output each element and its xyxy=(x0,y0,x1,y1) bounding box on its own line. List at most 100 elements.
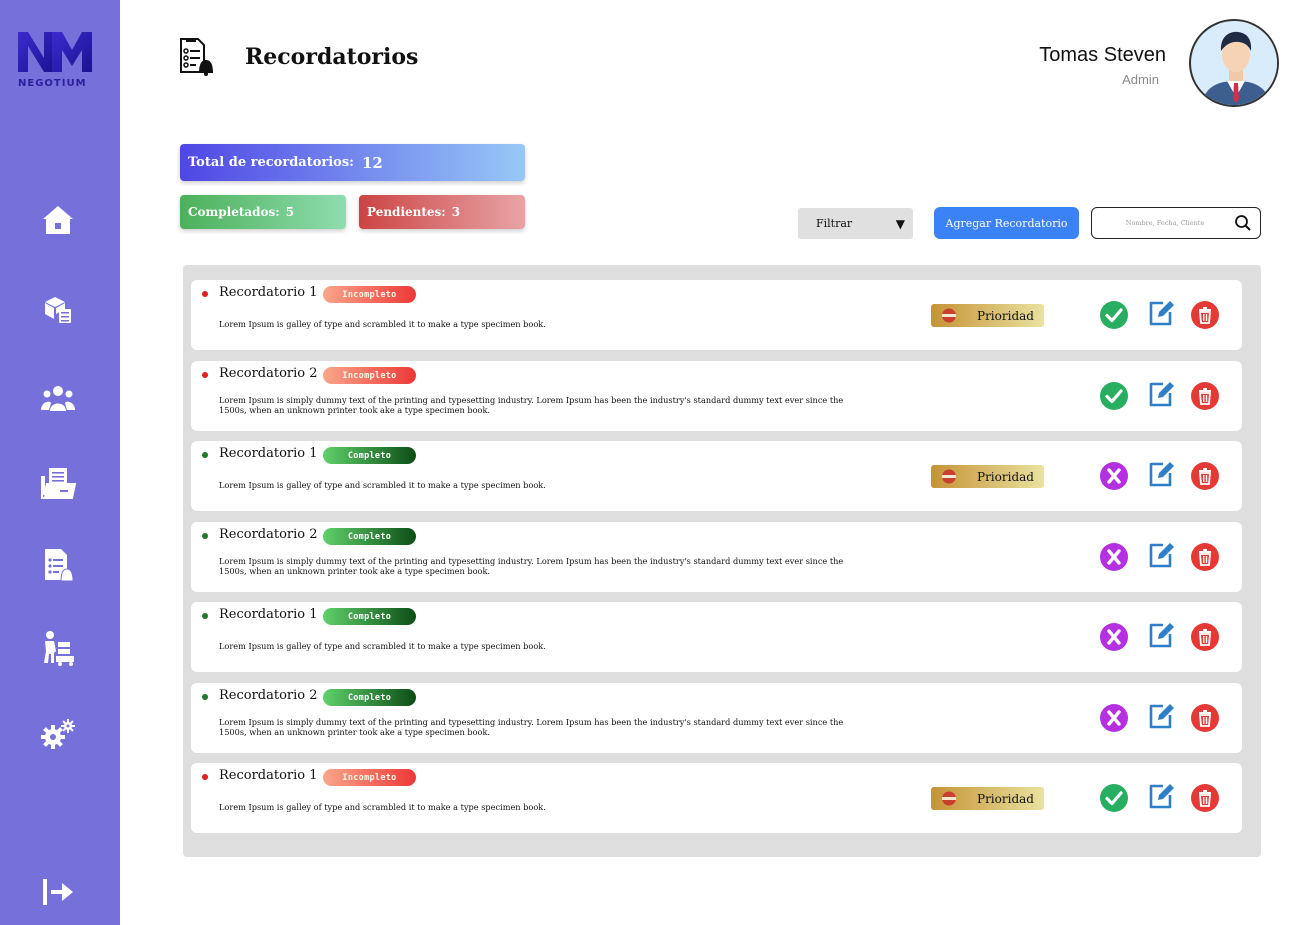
check-icon xyxy=(1100,382,1128,410)
filter-dropdown[interactable]: Filtrar ▼ xyxy=(798,208,913,239)
stat-completed: Completados: 5 xyxy=(180,195,346,229)
reminder-title: Recordatorio 1 xyxy=(219,607,318,622)
search-icon[interactable] xyxy=(1234,214,1252,232)
sidebar-item-reminders[interactable] xyxy=(38,545,78,585)
edit-button[interactable] xyxy=(1146,540,1176,570)
delete-button[interactable] xyxy=(1190,381,1220,411)
sidebar-item-delivery[interactable] xyxy=(38,628,78,668)
inventory-icon xyxy=(45,297,71,323)
status-badge: Completo xyxy=(323,608,416,625)
sidebar-item-home[interactable] xyxy=(38,200,78,240)
edit-icon xyxy=(1149,382,1174,407)
delete-button[interactable] xyxy=(1190,703,1220,733)
logout-button[interactable] xyxy=(38,872,78,912)
filter-label: Filtrar xyxy=(816,217,853,230)
reminder-card[interactable]: Recordatorio 2 Completo Lorem Ipsum is sim… xyxy=(191,522,1242,592)
home-icon xyxy=(43,206,73,234)
priority-tag: Prioridad xyxy=(931,787,1044,810)
reminder-description: Lorem Ipsum is simply dummy text of the … xyxy=(219,717,844,737)
delete-button[interactable] xyxy=(1190,300,1220,330)
users-icon xyxy=(41,386,75,411)
reminder-title: Recordatorio 1 xyxy=(219,285,318,300)
priority-label: Prioridad xyxy=(977,791,1034,806)
priority-tag: Prioridad xyxy=(931,304,1044,327)
user-name: Tomas Steven xyxy=(1039,44,1166,66)
delivery-icon xyxy=(44,631,74,666)
x-icon xyxy=(1100,462,1128,490)
page-title: Recordatorios xyxy=(245,44,419,70)
mark-complete-button[interactable] xyxy=(1099,783,1129,813)
delete-button[interactable] xyxy=(1190,783,1220,813)
edit-button[interactable] xyxy=(1146,379,1176,409)
stat-pending-value: 3 xyxy=(451,205,461,219)
logout-icon xyxy=(43,879,73,905)
page-title-icon xyxy=(178,38,216,76)
app-logo[interactable]: NEGOTIUM xyxy=(16,28,96,92)
x-icon xyxy=(1100,543,1128,571)
stat-completed-label: Completados: xyxy=(188,205,280,219)
edit-icon xyxy=(1149,543,1174,568)
sidebar-item-settings[interactable] xyxy=(38,714,78,754)
reminders-icon xyxy=(180,38,213,76)
avatar[interactable] xyxy=(1189,19,1279,107)
reminder-card[interactable]: Recordatorio 2 Incompleto Lorem Ipsum is s… xyxy=(191,361,1242,431)
stat-total-label: Total de recordatorios: xyxy=(188,155,354,170)
trash-icon xyxy=(1191,704,1219,732)
edit-button[interactable] xyxy=(1146,701,1176,731)
stat-total-value: 12 xyxy=(361,153,383,172)
status-badge: Completo xyxy=(323,689,416,706)
reminder-card[interactable]: Recordatorio 1 Incompleto Lorem Ipsum is g… xyxy=(191,280,1242,350)
edit-icon xyxy=(1149,462,1174,487)
stat-pending-label: Pendientes: xyxy=(367,205,446,219)
priority-tag: Prioridad xyxy=(931,465,1044,488)
reminder-list: Recordatorio 1 Incompleto Lorem Ipsum is g… xyxy=(183,265,1261,857)
user-role: Admin xyxy=(1122,72,1159,87)
reminder-description: Lorem Ipsum is simply dummy text of the … xyxy=(219,556,844,576)
reminder-card[interactable]: Recordatorio 1 Completo Lorem Ipsum is gal… xyxy=(191,441,1242,511)
logo-text: NEGOTIUM xyxy=(18,78,87,89)
check-icon xyxy=(1100,301,1128,329)
status-dot xyxy=(202,694,208,700)
trash-icon xyxy=(1191,382,1219,410)
reminder-title: Recordatorio 2 xyxy=(219,527,318,542)
mark-complete-button[interactable] xyxy=(1099,300,1129,330)
check-icon xyxy=(1100,784,1128,812)
edit-button[interactable] xyxy=(1146,298,1176,328)
edit-button[interactable] xyxy=(1146,620,1176,650)
stat-pending: Pendientes: 3 xyxy=(359,195,525,229)
delete-button[interactable] xyxy=(1190,622,1220,652)
mark-incomplete-button[interactable] xyxy=(1099,461,1129,491)
reminder-description: Lorem Ipsum is simply dummy text of the … xyxy=(219,395,844,415)
priority-icon xyxy=(942,469,956,484)
edit-button[interactable] xyxy=(1146,781,1176,811)
logo-mark xyxy=(18,32,92,72)
mark-incomplete-button[interactable] xyxy=(1099,622,1129,652)
status-dot xyxy=(202,291,208,297)
delete-button[interactable] xyxy=(1190,461,1220,491)
add-reminder-button[interactable]: Agregar Recordatorio xyxy=(934,207,1079,239)
reminder-description: Lorem Ipsum is galley of type and scramb… xyxy=(219,641,546,651)
stat-completed-value: 5 xyxy=(285,205,295,219)
folder-icon xyxy=(41,468,77,499)
reminder-card[interactable]: Recordatorio 1 Incompleto Lorem Ipsum is g… xyxy=(191,763,1242,833)
sidebar-item-documents[interactable] xyxy=(38,463,78,503)
mark-incomplete-button[interactable] xyxy=(1099,542,1129,572)
priority-label: Prioridad xyxy=(977,469,1034,484)
edit-icon xyxy=(1149,301,1174,326)
edit-button[interactable] xyxy=(1146,459,1176,489)
status-dot xyxy=(202,533,208,539)
edit-icon xyxy=(1149,784,1174,809)
sidebar-item-inventory[interactable] xyxy=(38,289,78,329)
mark-incomplete-button[interactable] xyxy=(1099,703,1129,733)
reminder-title: Recordatorio 1 xyxy=(219,446,318,461)
mark-complete-button[interactable] xyxy=(1099,381,1129,411)
search-input[interactable] xyxy=(1100,214,1230,232)
reminder-title: Recordatorio 2 xyxy=(219,688,318,703)
reminder-description: Lorem Ipsum is galley of type and scramb… xyxy=(219,802,546,812)
reminder-card[interactable]: Recordatorio 1 Completo Lorem Ipsum is gal… xyxy=(191,602,1242,672)
delete-button[interactable] xyxy=(1190,542,1220,572)
trash-icon xyxy=(1191,623,1219,651)
reminder-card[interactable]: Recordatorio 2 Completo Lorem Ipsum is sim… xyxy=(191,683,1242,753)
status-badge: Incompleto xyxy=(323,769,416,786)
sidebar-item-users[interactable] xyxy=(38,378,78,418)
